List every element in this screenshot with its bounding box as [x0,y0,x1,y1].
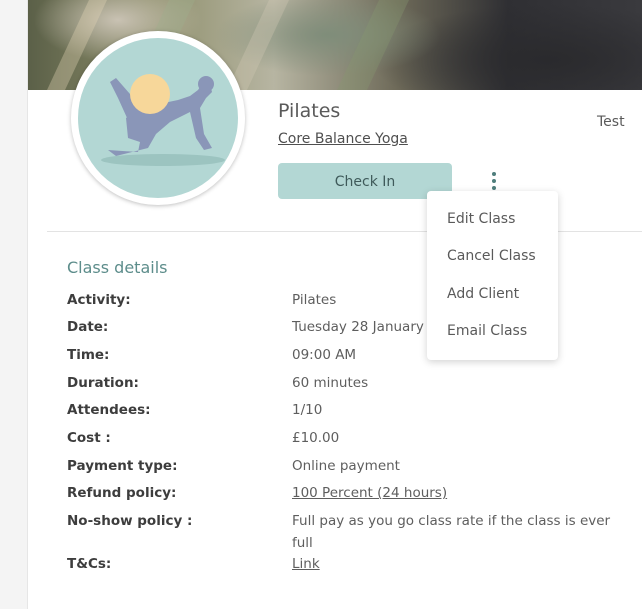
class-avatar [71,31,245,205]
menu-item-email-class[interactable]: Email Class [447,323,527,339]
pilates-pose-illustration-icon [78,38,238,198]
detail-row-attendees: Attendees: 1/10 [67,402,627,430]
detail-value: Online payment [292,458,400,474]
detail-label: Duration: [67,375,139,391]
detail-label: Payment type: [67,458,178,474]
detail-value: 1/10 [292,402,323,418]
detail-row-payment-type: Payment type: Online payment [67,458,627,485]
detail-row-no-show-policy: No-show policy : Full pay as you go clas… [67,513,627,556]
more-options-icon[interactable] [487,170,501,192]
check-in-button[interactable]: Check In [278,163,452,199]
detail-label: Date: [67,319,109,335]
section-title: Class details [67,258,168,277]
menu-item-cancel-class[interactable]: Cancel Class [447,248,536,264]
menu-item-add-client[interactable]: Add Client [447,286,519,302]
detail-label: Refund policy: [67,485,177,501]
detail-label: Activity: [67,292,131,308]
detail-label: Attendees: [67,402,151,418]
detail-row-tcs: T&Cs: Link [67,556,627,580]
tcs-link[interactable]: Link [292,553,622,575]
detail-label: Time: [67,347,110,363]
detail-value: 60 minutes [292,375,369,391]
detail-value: £10.00 [292,430,340,446]
detail-label: Cost : [67,430,111,446]
studio-link[interactable]: Core Balance Yoga [278,131,408,147]
detail-row-refund-policy: Refund policy: 100 Percent (24 hours) [67,485,627,513]
page: Pilates Core Balance Yoga Test Check In … [0,0,642,609]
user-name: Test [597,114,625,130]
menu-item-edit-class[interactable]: Edit Class [447,211,515,227]
refund-policy-link[interactable]: 100 Percent (24 hours) [292,482,622,504]
class-options-menu: Edit Class Cancel Class Add Client Email… [427,191,558,360]
detail-label: No-show policy : [67,513,193,529]
detail-row-duration: Duration: 60 minutes [67,375,627,402]
detail-label: T&Cs: [67,556,112,572]
detail-value: Full pay as you go class rate if the cla… [292,513,611,551]
class-title: Pilates [278,100,341,122]
detail-row-cost: Cost : £10.00 [67,430,627,458]
